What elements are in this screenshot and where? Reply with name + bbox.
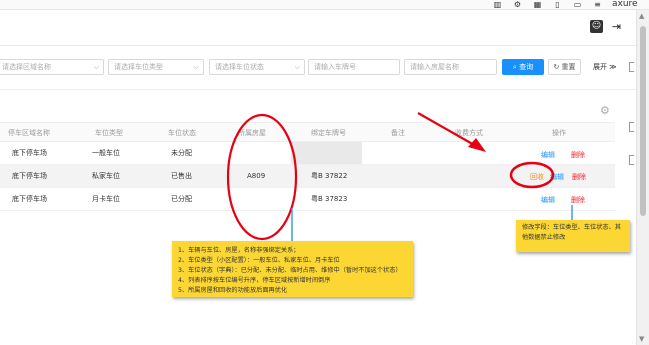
annotation-circle — [509, 161, 555, 189]
scroll-down-icon[interactable]: ▼ — [639, 335, 644, 343]
note-text: 修改字段：车位类型、车位状态、其他数据禁止修改 — [522, 224, 621, 241]
annotation-ellipse — [226, 113, 298, 241]
note-line: 2、车位类型（小区配置）：一般车位、私家车位、月卡车位 — [178, 257, 340, 264]
side-tab[interactable] — [629, 155, 634, 165]
side-tab[interactable] — [629, 122, 634, 132]
note-line: 3、车位状态（字典）：已分配、未分配、临时占用、维修中（暂时不加这个状态） — [178, 267, 402, 274]
side-tab[interactable] — [629, 62, 634, 72]
scroll-up-icon[interactable]: ▲ — [639, 12, 644, 20]
annotation-arrow-line — [417, 112, 477, 147]
edit-note: 修改字段：车位类型、车位状态、其他数据禁止修改 — [516, 220, 630, 252]
note-line: 1、车辆与车位、房屋，名称非强绑定关系； — [178, 247, 300, 254]
requirement-note: 1、车辆与车位、房屋，名称非强绑定关系； 2、车位类型（小区配置）：一般车位、私… — [172, 241, 413, 297]
note-line: 5、所属房屋和回收的功能放后面再优化 — [178, 287, 288, 294]
vertical-scrollbar[interactable]: ▲ ▼ — [636, 10, 649, 345]
note-line: 4、列表排序按车位编号升序，停车区域按新增时间倒序 — [178, 277, 331, 284]
scrollbar-thumb[interactable] — [640, 26, 646, 216]
annotation-arrowhead — [468, 138, 486, 152]
